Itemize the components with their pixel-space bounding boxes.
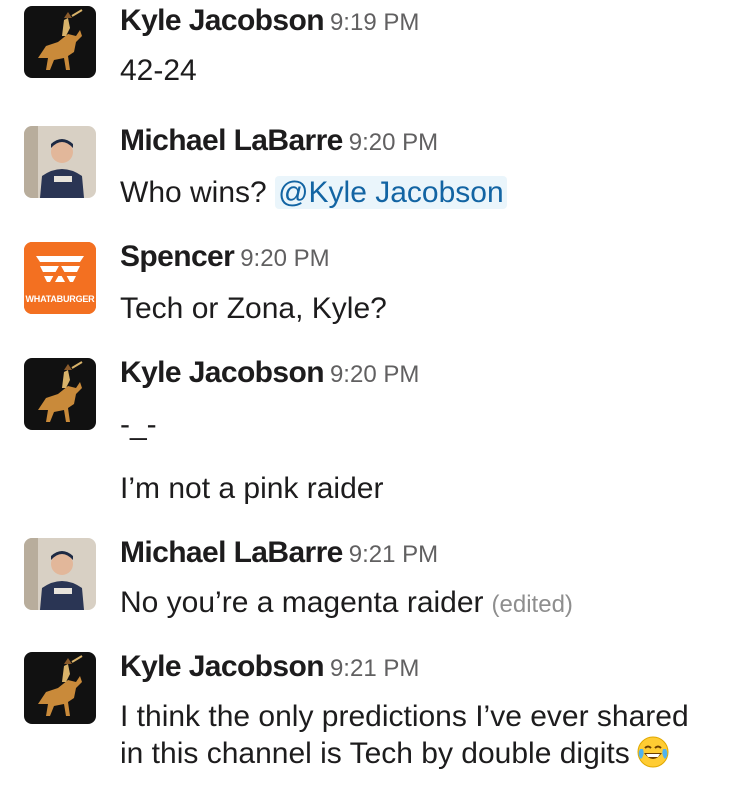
whataburger-logo-avatar[interactable]: WHATABURGER [24,242,96,314]
message-text-content: Who wins? [120,176,276,209]
timestamp[interactable]: 9:19 PM [330,9,419,36]
timestamp[interactable]: 9:20 PM [330,361,419,388]
person-photo-avatar[interactable] [24,538,96,610]
sender-name[interactable]: Michael LaBarre [120,536,343,569]
message-text: I’m not a pink raider [120,472,384,505]
message-header: Michael LaBarre 9:20 PM [120,124,726,163]
message-header: Kyle Jacobson 9:21 PM [120,650,726,689]
message-header: Spencer 9:20 PM [120,240,726,279]
person-photo-avatar[interactable] [24,126,96,198]
message-header: Kyle Jacobson 9:19 PM [120,4,726,43]
avatar-logo-text: WHATABURGER [25,294,95,304]
timestamp[interactable]: 9:20 PM [349,129,438,156]
message-text: Who wins? @Kyle Jacobson [120,175,726,211]
horse-rider-avatar[interactable] [24,652,96,724]
message-text: 42-24 [120,54,197,87]
sender-name[interactable]: Kyle Jacobson [120,4,325,37]
message-text: No you’re a magenta raider (edited) [120,585,726,623]
message-text: -_- [120,408,157,441]
timestamp[interactable]: 9:21 PM [349,541,438,568]
horse-rider-avatar[interactable] [24,6,96,78]
message-header: Kyle Jacobson 9:20 PM [120,356,726,395]
edited-label: (edited) [491,591,573,618]
user-mention[interactable]: @Kyle Jacobson [275,176,507,209]
tears-of-joy-emoji [636,735,670,778]
message-text-content: No you’re a magenta raider [120,586,484,619]
message-text: Tech or Zona, Kyle? [120,292,387,325]
timestamp[interactable]: 9:21 PM [330,655,419,682]
timestamp[interactable]: 9:20 PM [240,245,329,272]
message-text: in this channel is Tech by double digits [120,735,726,778]
message-header: Michael LaBarre 9:21 PM [120,536,726,575]
message-text-content: in this channel is Tech by double digits [120,737,630,770]
sender-name[interactable]: Spencer [120,240,235,273]
message-text: I think the only predictions I’ve ever s… [120,700,689,733]
sender-name[interactable]: Kyle Jacobson [120,356,325,389]
sender-name[interactable]: Michael LaBarre [120,124,343,157]
message-feed: Kyle Jacobson 9:19 PM 42-24 Michael LaBar… [0,0,750,790]
horse-rider-avatar[interactable] [24,358,96,430]
sender-name[interactable]: Kyle Jacobson [120,650,325,683]
